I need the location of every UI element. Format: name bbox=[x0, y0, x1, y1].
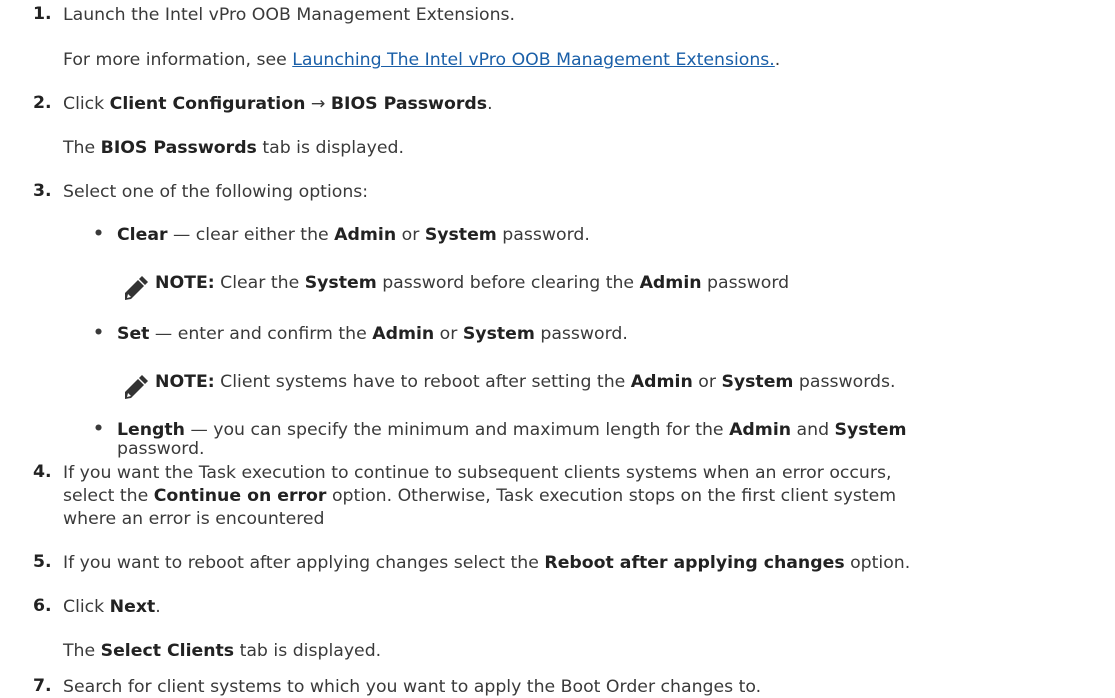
step-text: Select one of the following options: bbox=[63, 182, 369, 202]
step-text: Click Client Configuration → BIOS Passwo… bbox=[63, 94, 493, 114]
step-text: If you want to reboot after applying cha… bbox=[63, 553, 911, 573]
option-set: Set — enter and confirm the Admin or Sys… bbox=[117, 324, 628, 344]
step-text-cont: select the Continue on error option. Oth… bbox=[63, 486, 897, 506]
step-number: 4. bbox=[33, 462, 52, 482]
note-clear: NOTE: Clear the System password before c… bbox=[155, 273, 790, 293]
document: 1. Launch the Intel vPro OOB Management … bbox=[0, 0, 1115, 697]
step-text: Search for client systems to which you w… bbox=[63, 677, 762, 697]
step-number: 5. bbox=[33, 552, 52, 572]
step-text: Launch the Intel vPro OOB Management Ext… bbox=[63, 5, 516, 25]
bullet: • bbox=[93, 323, 105, 343]
note-set: NOTE: Client systems have to reboot afte… bbox=[155, 372, 896, 392]
step-text-cont: where an error is encountered bbox=[63, 509, 325, 529]
step-result: The Select Clients tab is displayed. bbox=[63, 641, 382, 661]
step-number: 7. bbox=[33, 676, 52, 696]
more-info: For more information, see Launching The … bbox=[63, 50, 781, 70]
launch-link[interactable]: Launching The Intel vPro OOB Management … bbox=[292, 50, 775, 70]
step-number: 3. bbox=[33, 181, 52, 201]
pencil-note-icon bbox=[123, 276, 148, 301]
bullet: • bbox=[93, 419, 105, 439]
step-text: Click Next. bbox=[63, 597, 161, 617]
option-clear: Clear — clear either the Admin or System… bbox=[117, 225, 590, 245]
step-number: 1. bbox=[33, 4, 52, 24]
option-length-cont: password. bbox=[117, 439, 205, 459]
step-number: 2. bbox=[33, 93, 52, 113]
bullet: • bbox=[93, 224, 105, 244]
step-text: If you want the Task execution to contin… bbox=[63, 463, 892, 483]
step-result: The BIOS Passwords tab is displayed. bbox=[63, 138, 404, 158]
pencil-note-icon bbox=[123, 375, 148, 400]
step-number: 6. bbox=[33, 596, 52, 616]
option-length: Length — you can specify the minimum and… bbox=[117, 420, 907, 440]
